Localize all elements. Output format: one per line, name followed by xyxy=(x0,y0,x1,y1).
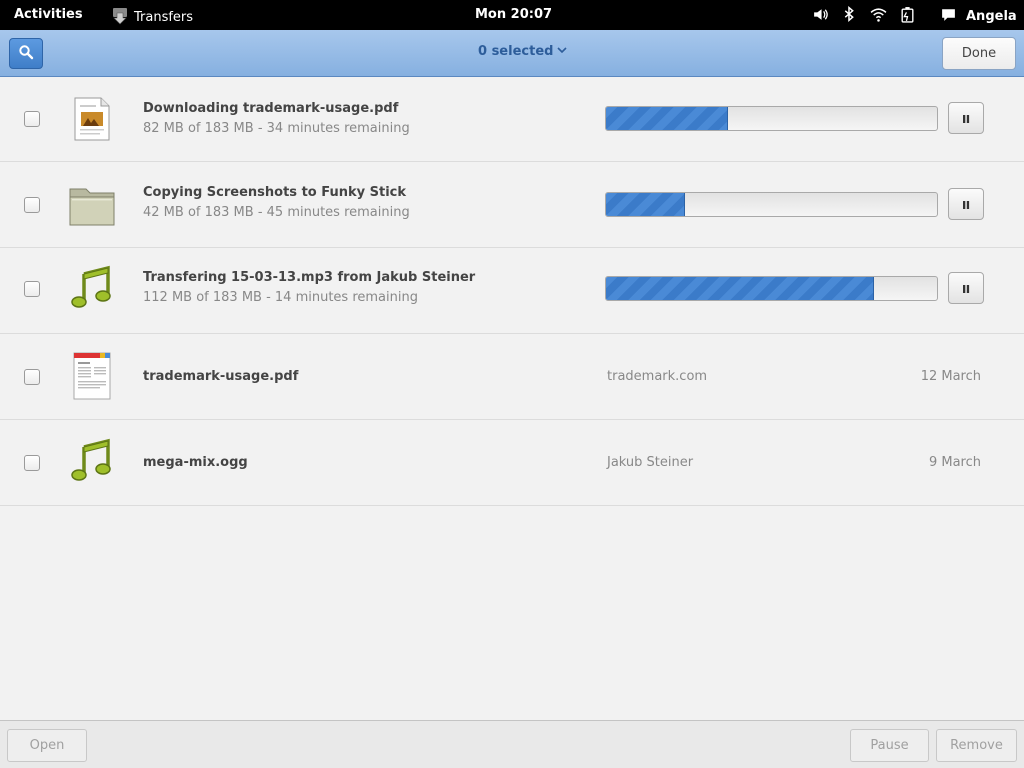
completed-row[interactable]: mega-mix.ogg Jakub Steiner 9 March xyxy=(0,420,1024,506)
open-button[interactable]: Open xyxy=(7,729,87,762)
app-menu-label: Transfers xyxy=(134,9,194,25)
clock[interactable]: Mon 20:07 xyxy=(475,7,552,22)
file-date: 9 March xyxy=(928,455,981,470)
file-name: trademark-usage.pdf xyxy=(143,369,299,384)
progress-bar xyxy=(605,192,938,217)
header-bar: 0 selected Done xyxy=(0,30,1024,77)
chat-icon xyxy=(940,6,957,27)
transfer-title: Transfering 15-03-13.mp3 from Jakub Stei… xyxy=(143,270,476,285)
music-note-icon xyxy=(68,264,116,312)
transfer-status: 42 MB of 183 MB - 45 minutes remaining xyxy=(143,205,410,220)
progress-fill xyxy=(606,277,875,300)
transfers-app-icon xyxy=(110,5,130,29)
selection-menu[interactable]: 0 selected xyxy=(478,44,568,59)
user-menu[interactable]: Angela xyxy=(940,6,1017,27)
bluetooth-icon[interactable] xyxy=(841,5,858,27)
app-menu[interactable]: Transfers xyxy=(110,5,193,29)
transfer-status: 82 MB of 183 MB - 34 minutes remaining xyxy=(143,121,410,136)
folder-icon xyxy=(68,181,116,229)
pause-icon xyxy=(961,109,971,128)
pause-selected-button[interactable]: Pause xyxy=(850,729,929,762)
row-checkbox[interactable] xyxy=(24,455,40,471)
transfer-row[interactable]: Transfering 15-03-13.mp3 from Jakub Stei… xyxy=(0,248,1024,334)
pause-button[interactable] xyxy=(948,102,984,134)
volume-icon[interactable] xyxy=(812,6,829,27)
row-checkbox[interactable] xyxy=(24,111,40,127)
document-icon xyxy=(68,95,116,143)
file-source: Jakub Steiner xyxy=(607,455,694,470)
transfer-title: Copying Screenshots to Funky Stick xyxy=(143,185,407,200)
pause-icon xyxy=(961,279,971,298)
progress-bar xyxy=(605,276,938,301)
pause-button[interactable] xyxy=(948,188,984,220)
pause-button[interactable] xyxy=(948,272,984,304)
music-note-icon xyxy=(68,437,116,485)
top-panel: Activities Transfers Mon 20:07 Angela xyxy=(0,0,1024,30)
pause-icon xyxy=(961,195,971,214)
activities-button[interactable]: Activities xyxy=(14,7,83,22)
progress-bar xyxy=(605,106,938,131)
search-button[interactable] xyxy=(9,38,43,69)
pdf-icon xyxy=(68,352,116,400)
transfer-row[interactable]: Downloading trademark-usage.pdf 82 MB of… xyxy=(0,77,1024,162)
file-name: mega-mix.ogg xyxy=(143,455,248,470)
row-checkbox[interactable] xyxy=(24,281,40,297)
row-checkbox[interactable] xyxy=(24,197,40,213)
progress-fill xyxy=(606,107,729,130)
battery-icon[interactable] xyxy=(899,6,916,27)
wifi-icon[interactable] xyxy=(870,6,887,27)
progress-fill xyxy=(606,193,686,216)
search-icon xyxy=(18,44,34,64)
completed-row[interactable]: trademark-usage.pdf trademark.com 12 Mar… xyxy=(0,334,1024,420)
file-date: 12 March xyxy=(920,369,981,384)
file-source: trademark.com xyxy=(607,369,708,384)
transfer-status: 112 MB of 183 MB - 14 minutes remaining xyxy=(143,290,418,305)
action-bar: Open Pause Remove xyxy=(0,720,1024,768)
status-area[interactable] xyxy=(812,5,916,27)
remove-button[interactable]: Remove xyxy=(936,729,1017,762)
user-name: Angela xyxy=(966,9,1017,24)
row-checkbox[interactable] xyxy=(24,369,40,385)
selection-label: 0 selected xyxy=(478,44,554,59)
chevron-down-icon xyxy=(557,44,568,59)
done-button[interactable]: Done xyxy=(942,37,1016,70)
transfer-title: Downloading trademark-usage.pdf xyxy=(143,101,399,116)
transfer-row[interactable]: Copying Screenshots to Funky Stick 42 MB… xyxy=(0,162,1024,248)
